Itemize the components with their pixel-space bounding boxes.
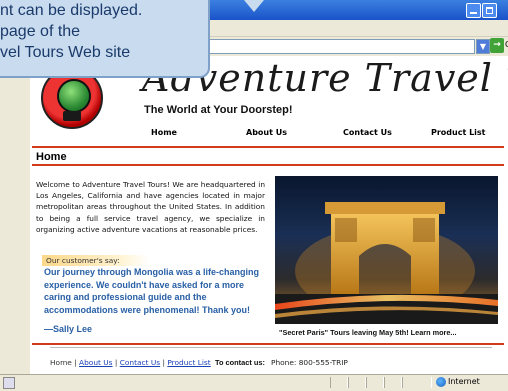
browser-frame-left — [0, 56, 30, 374]
arc-de-triomphe-photo[interactable] — [275, 176, 498, 324]
nav-product-list[interactable]: Product List — [423, 122, 486, 137]
callout-line-2: page of the — [0, 23, 81, 40]
internet-zone-icon — [436, 377, 446, 387]
divider-title — [32, 164, 504, 166]
page-title: Home — [36, 151, 67, 163]
page-status-icon — [3, 377, 15, 389]
footer-link-about[interactable]: About Us — [79, 358, 112, 367]
site-tagline: The World at Your Doorstep! — [144, 104, 293, 116]
customer-quote: Our journey through Mongolia was a life-… — [44, 267, 260, 315]
footer-link-product[interactable]: Product List — [167, 358, 210, 367]
divider-top — [32, 146, 504, 148]
nav-about-us[interactable]: About Us — [238, 122, 287, 137]
web-page: Adventure Travel Tours The World at Your… — [30, 56, 508, 374]
tour-promo-link[interactable]: "Secret Paris" Tours leaving May 5th! Le… — [279, 328, 457, 337]
callout-bubble: nt can be displayed. page of the vel Tou… — [0, 0, 210, 78]
divider-bottom — [32, 343, 504, 345]
maximize-button[interactable] — [482, 3, 497, 18]
callout-line-3: vel Tours Web site — [0, 44, 131, 61]
nav-contact-us[interactable]: Contact Us — [335, 122, 392, 137]
go-button[interactable]: → — [490, 38, 504, 53]
footer-links: Home | About Us | Contact Us | Product L… — [50, 358, 211, 367]
contact-label: To contact us: — [215, 358, 265, 367]
minimize-button[interactable] — [466, 3, 481, 18]
contact-phone: Phone: 800-555-TRIP — [271, 358, 348, 367]
security-zone-label: Internet — [448, 377, 480, 386]
intro-text: Welcome to Adventure Travel Tours! We ar… — [36, 180, 265, 234]
customer-say-label: Our customer's say: — [42, 255, 150, 266]
footer: Home | About Us | Contact Us | Product L… — [50, 347, 492, 374]
quote-author: —Sally Lee — [44, 324, 93, 334]
status-bar: Internet — [0, 374, 508, 391]
callout-pointer — [244, 0, 264, 12]
footer-link-contact[interactable]: Contact Us — [120, 358, 160, 367]
footer-home-text: Home — [50, 358, 72, 367]
address-dropdown-button[interactable]: ▼ — [476, 39, 490, 54]
arc-de-triomphe-image — [275, 202, 498, 324]
nav-home[interactable]: Home — [143, 122, 177, 137]
callout-line-1: nt can be displayed. — [0, 2, 143, 19]
